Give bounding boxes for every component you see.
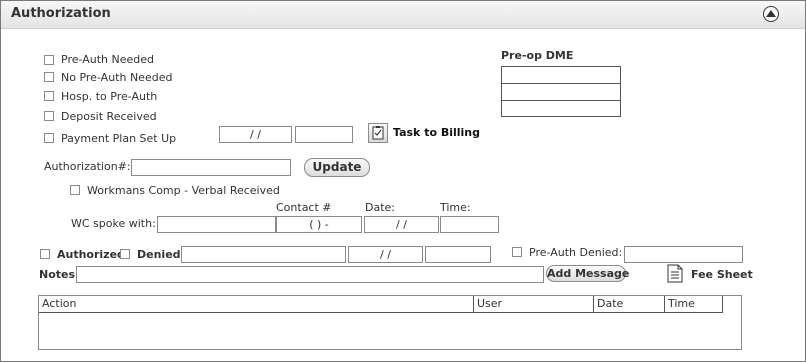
no-pre-auth-needed-label: No Pre-Auth Needed [61, 71, 173, 84]
denied-checkbox[interactable] [120, 249, 130, 259]
chevron-up-icon [766, 10, 776, 17]
time-column-label: Time: [440, 201, 471, 214]
pre-op-dme-list [501, 66, 621, 117]
fee-sheet-button[interactable] [667, 264, 683, 283]
deposit-received-checkbox[interactable] [44, 111, 54, 121]
pre-op-dme-title: Pre-op DME [501, 49, 574, 62]
panel-title: Authorization [11, 6, 111, 21]
denied-reason-input[interactable] [181, 246, 346, 263]
denied-date-input[interactable]: / / [348, 246, 423, 263]
denied-time-input[interactable] [425, 246, 491, 263]
wc-spoke-with-label: WC spoke with: [71, 217, 156, 230]
document-icon [667, 264, 683, 283]
collapse-button[interactable] [763, 6, 779, 22]
denied-label: Denied [137, 248, 181, 261]
pre-op-dme-row[interactable] [502, 101, 620, 118]
message-grid: Action User Date Time [38, 295, 742, 350]
task-to-billing-button[interactable] [368, 123, 388, 143]
payment-plan-label: Payment Plan Set Up [61, 132, 177, 145]
wc-spoke-with-input[interactable] [157, 216, 276, 233]
hosp-to-pre-auth-label: Hosp. to Pre-Auth [61, 90, 158, 103]
authorized-checkbox[interactable] [40, 249, 50, 259]
pre-auth-needed-checkbox[interactable] [44, 55, 54, 65]
grid-column-action[interactable]: Action [39, 296, 473, 312]
task-to-billing-label: Task to Billing [393, 126, 481, 139]
authorization-number-label: Authorization#: [44, 160, 131, 173]
workmans-comp-checkbox[interactable] [70, 185, 80, 195]
pre-auth-denied-input[interactable] [624, 246, 743, 263]
authorization-number-input[interactable] [131, 159, 291, 176]
authorized-label: Authorized [57, 248, 125, 261]
grid-column-user[interactable]: User [473, 296, 593, 312]
notes-label: Notes [39, 268, 76, 281]
panel-header: Authorization [1, 1, 805, 29]
deposit-received-label: Deposit Received [61, 110, 157, 123]
pre-op-dme-row[interactable] [502, 84, 620, 101]
notes-input[interactable] [76, 266, 544, 283]
wc-date-input[interactable]: / / [364, 216, 439, 233]
pre-auth-needed-label: Pre-Auth Needed [61, 53, 154, 66]
payment-plan-amount-field[interactable] [295, 126, 353, 143]
update-button[interactable]: Update [304, 158, 370, 177]
add-message-button[interactable]: Add Message [546, 265, 629, 282]
wc-contact-input[interactable]: ( ) - [276, 216, 362, 233]
payment-plan-date-field[interactable]: / / [219, 126, 292, 143]
pre-auth-denied-label: Pre-Auth Denied: [529, 246, 623, 259]
pre-op-dme-row[interactable] [502, 67, 620, 84]
no-pre-auth-needed-checkbox[interactable] [44, 72, 54, 82]
hosp-to-pre-auth-checkbox[interactable] [44, 91, 54, 101]
payment-plan-checkbox[interactable] [44, 133, 54, 143]
grid-header: Action User Date Time [39, 296, 723, 313]
contact-column-label: Contact # [276, 201, 332, 214]
clipboard-check-icon [372, 126, 384, 140]
wc-time-input[interactable] [440, 216, 499, 233]
workmans-comp-label: Workmans Comp - Verbal Received [87, 184, 280, 197]
grid-column-date[interactable]: Date [593, 296, 664, 312]
pre-auth-denied-checkbox[interactable] [512, 247, 522, 257]
date-column-label: Date: [365, 201, 395, 214]
grid-column-time[interactable]: Time [664, 296, 723, 312]
fee-sheet-label: Fee Sheet [691, 268, 753, 281]
